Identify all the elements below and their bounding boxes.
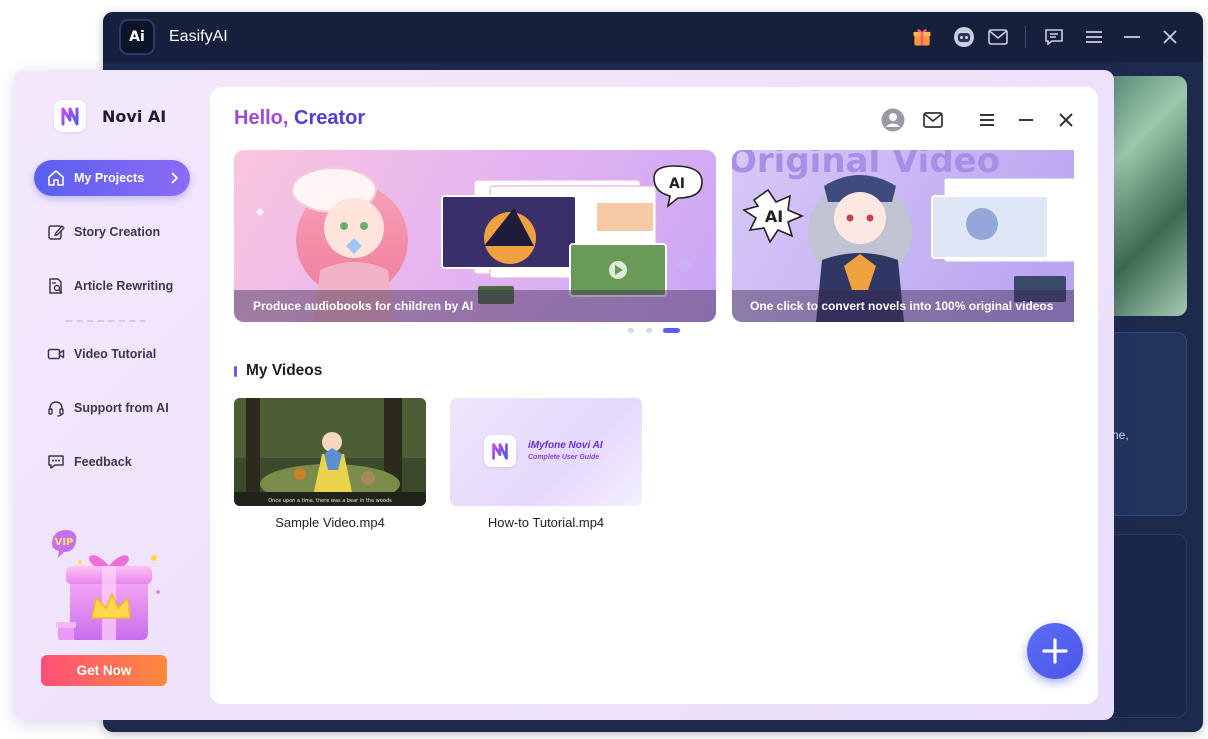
novi-logo-icon [54,100,86,132]
banner-original-videos[interactable]: Original Video AI One click to convert n… [732,150,1074,322]
carousel-dot[interactable] [628,328,634,333]
minimize-icon[interactable] [1121,26,1143,48]
banner-audiobooks[interactable]: AI Produce audiobooks for children by AI [234,150,716,322]
video-thumbnail[interactable]: Once upon a time, there was a bear in th… [234,398,426,506]
carousel-dot-active[interactable] [663,328,680,333]
video-thumbnail[interactable]: iMyfone Novi AI Complete User Guide [450,398,642,506]
close-icon[interactable] [1053,107,1079,133]
plus-icon [1042,638,1068,664]
edit-icon [46,222,66,242]
my-videos-title: My Videos [246,362,323,379]
section-heading: My Videos [234,362,322,380]
gift-icon[interactable] [911,26,933,48]
app-title: Novi AI [102,107,167,126]
sidebar-item-label: Story Creation [74,225,161,239]
sidebar-item-video-tutorial[interactable]: Video Tutorial [34,336,190,372]
main-content: Hello, Creator AI Produce audiobooks for… [210,87,1098,704]
easifyai-titlebar: Ai EasifyAI [103,12,1203,62]
minimize-icon[interactable] [1013,107,1039,133]
tutorial-guide: Complete User Guide [528,454,600,461]
banner-caption: One click to convert novels into 100% or… [732,290,1074,322]
carousel-dot[interactable] [646,328,652,333]
greeting-name: Creator [294,107,366,129]
home-icon [46,168,66,188]
sidebar: Novi AI My Projects Story Creation Artic… [14,70,210,720]
sidebar-item-support-from-ai[interactable]: Support from AI [34,390,190,426]
sidebar-item-label: Video Tutorial [74,347,157,361]
sidebar-item-label: Article Rewriting [74,279,174,293]
sidebar-item-label: My Projects [74,171,145,185]
sidebar-item-story-creation[interactable]: Story Creation [34,214,190,250]
mail-icon[interactable] [987,26,1009,48]
page-title: Hello, Creator [234,107,365,130]
avatar-icon[interactable] [880,107,906,133]
add-project-button[interactable] [1027,623,1083,679]
vip-badge: VIP [55,537,74,548]
novi-ai-window: Novi AI My Projects Story Creation Artic… [14,70,1114,720]
video-camera-icon [46,344,66,364]
sidebar-item-label: Feedback [74,455,132,469]
titlebar-separator [1025,26,1026,48]
sidebar-divider [66,320,146,322]
easifyai-title: EasifyAI [169,28,228,45]
robot-icon[interactable] [953,26,975,48]
chat-icon [46,452,66,472]
mail-icon[interactable] [920,107,946,133]
sidebar-item-my-projects[interactable]: My Projects [34,160,190,196]
banner-ai-badge: AI [765,207,783,226]
close-icon[interactable] [1159,26,1181,48]
greeting-hello: Hello, [234,107,289,129]
menu-icon[interactable] [974,107,1000,133]
video-card-sample[interactable]: Once upon a time, there was a bear in th… [234,398,426,530]
video-name: How-to Tutorial.mp4 [487,515,605,530]
video-name: Sample Video.mp4 [275,515,385,530]
sidebar-item-label: Support from AI [74,401,169,415]
banner-caption: Produce audiobooks for children by AI [234,290,716,322]
tutorial-brand: iMyfone Novi AI [528,440,603,451]
heading-accent [234,365,237,377]
feedback-icon[interactable] [1043,26,1065,48]
easifyai-logo: Ai [119,19,155,55]
forest-scene-image: Once upon a time, there was a bear in th… [234,398,426,506]
get-now-button[interactable]: Get Now [41,655,167,686]
chevron-right-icon [166,170,182,186]
video-subtitle: Once upon a time, there was a bear in th… [268,498,392,504]
video-card-tutorial[interactable]: iMyfone Novi AI Complete User Guide How-… [450,398,642,530]
sidebar-item-article-rewriting[interactable]: Article Rewriting [34,268,190,304]
vip-gift-illustration: VIP [50,522,170,652]
desktop: Ai EasifyAI ne, Novi AI My Projects Stor… [0,0,1208,739]
document-search-icon [46,276,66,296]
easifyai-logo-text: Ai [129,29,145,45]
sidebar-item-feedback[interactable]: Feedback [34,444,190,480]
menu-icon[interactable] [1083,26,1105,48]
banner-ai-badge: AI [669,176,685,192]
novi-logo-icon [484,435,516,467]
background-side-text: ne, [1112,428,1129,442]
headset-icon [46,398,66,418]
